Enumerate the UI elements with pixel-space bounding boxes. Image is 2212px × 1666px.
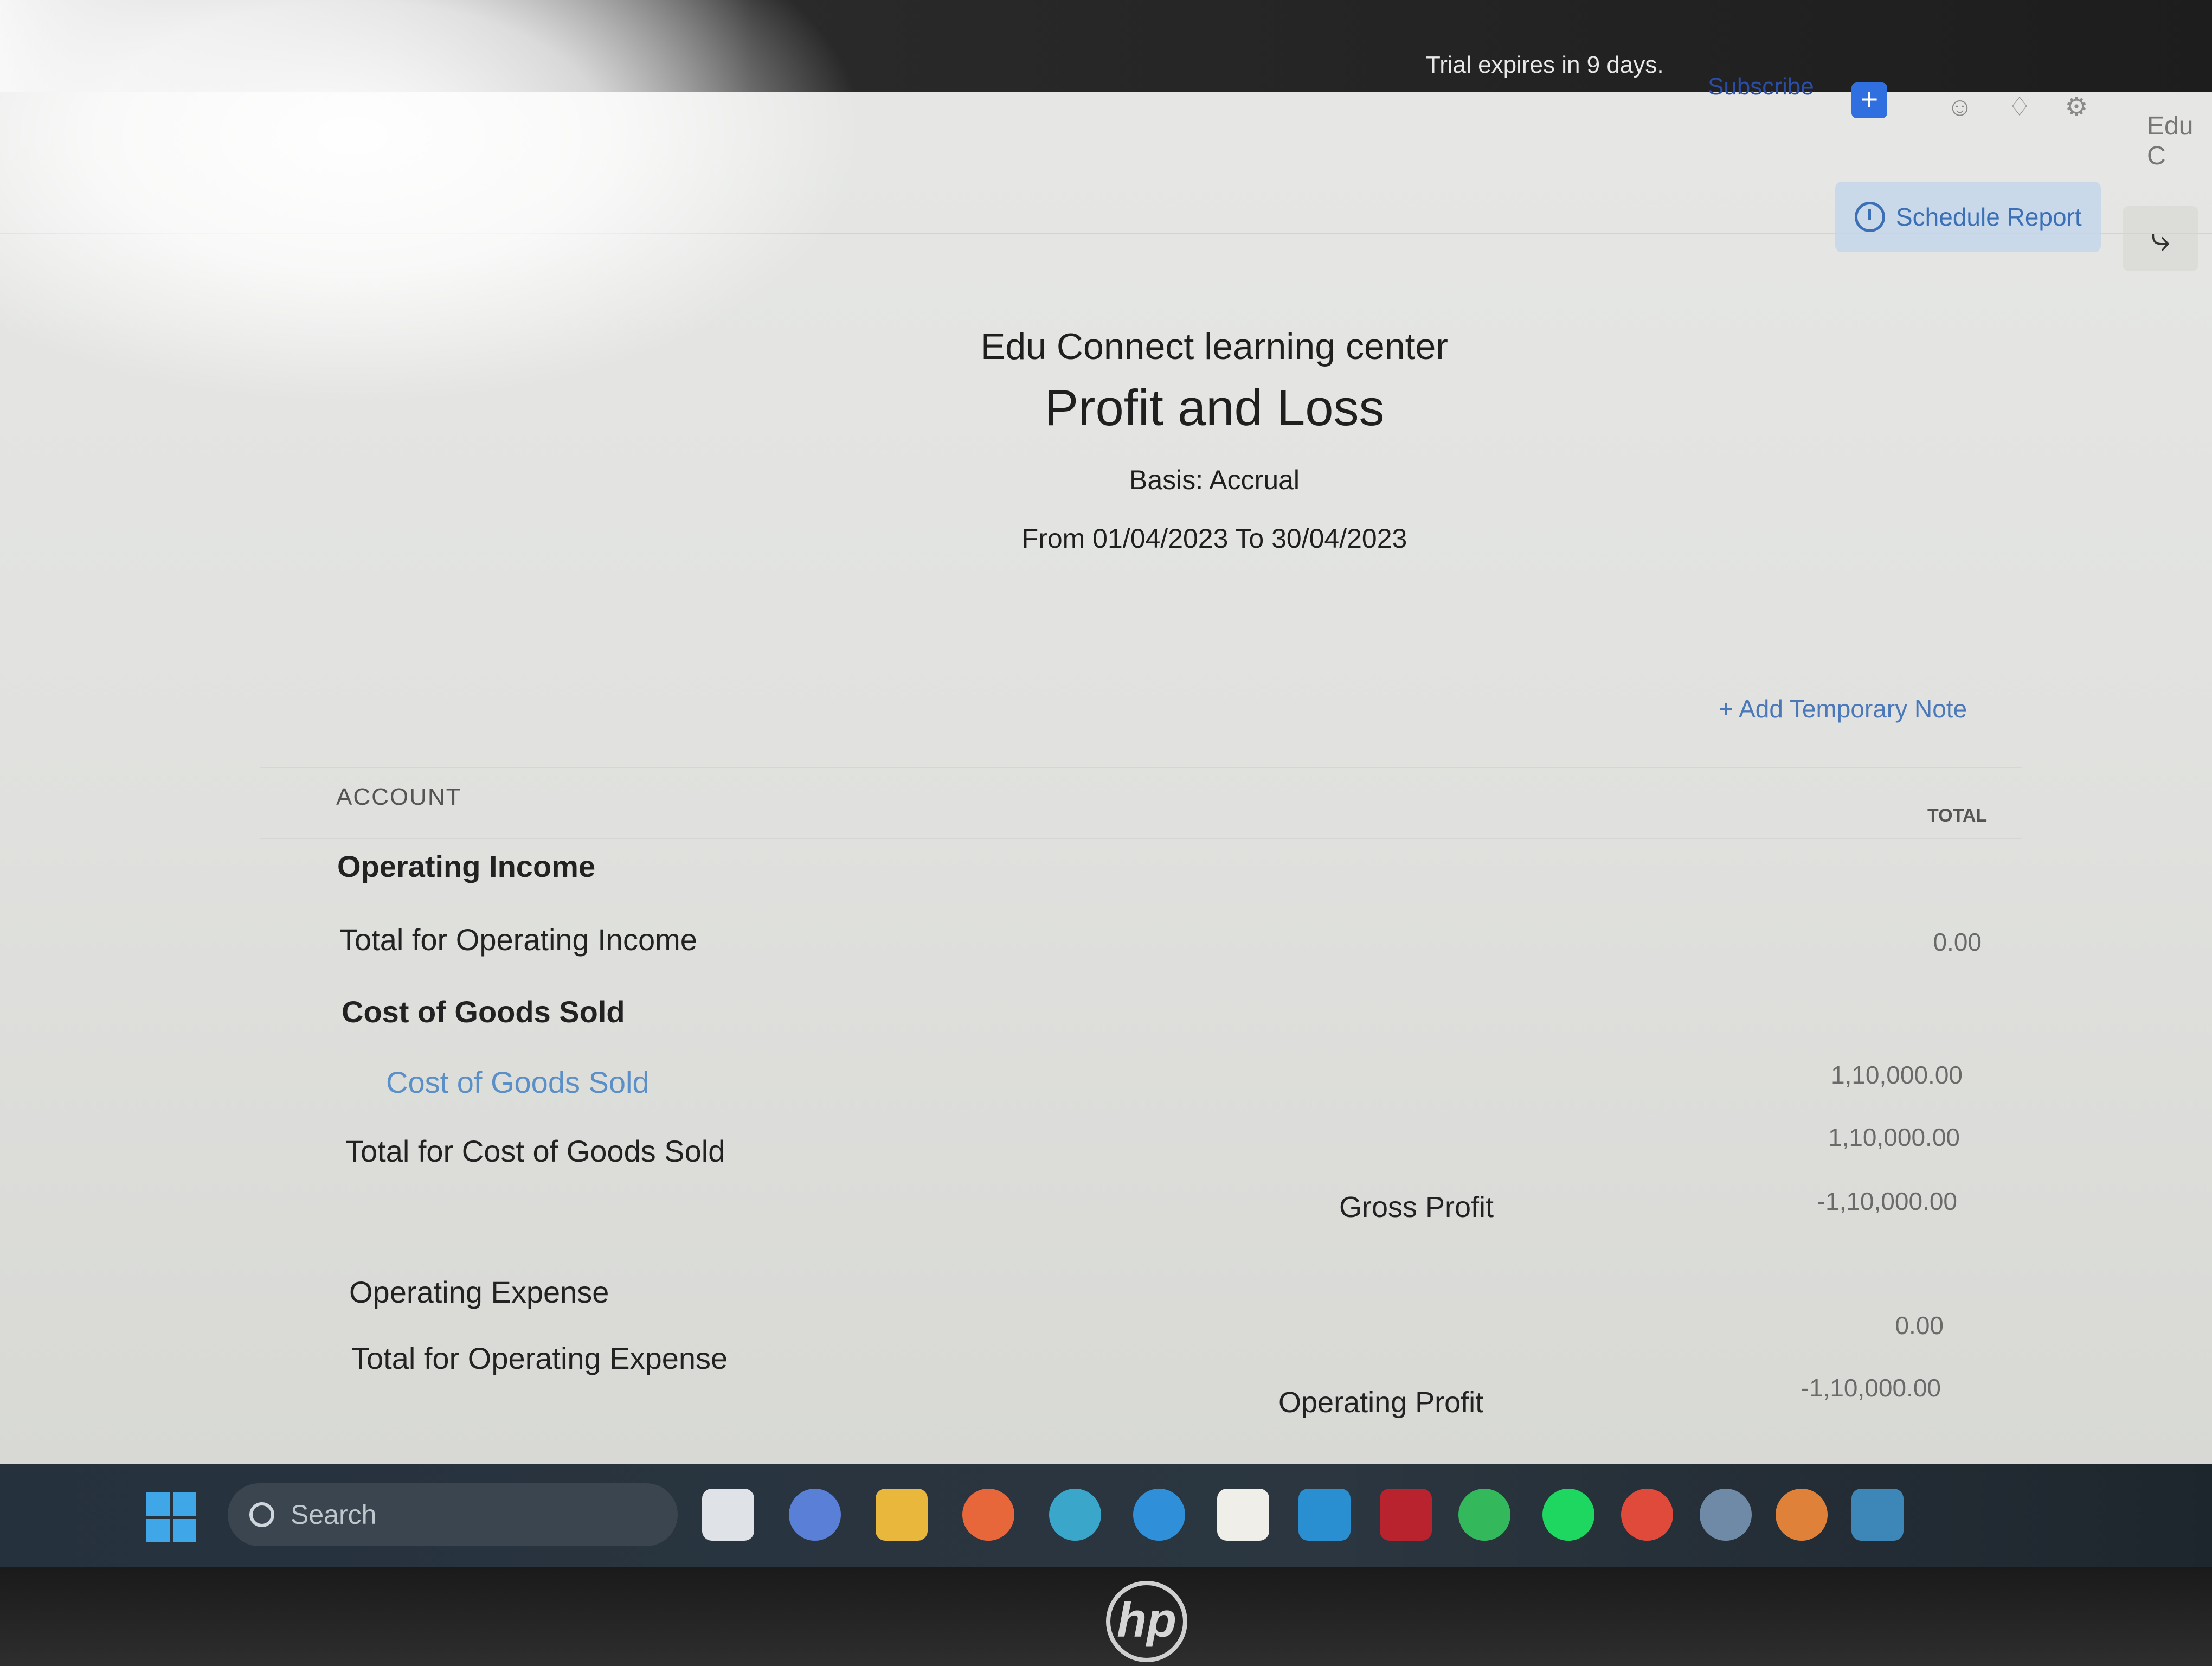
- user-menu[interactable]: Edu C: [2147, 111, 2212, 171]
- total-cost-of-goods-sold-label: Total for Cost of Goods Sold: [345, 1134, 725, 1168]
- hp-logo: hp: [1106, 1581, 1187, 1662]
- section-operating-expense: Operating Expense: [349, 1275, 609, 1309]
- azure-icon[interactable]: [1298, 1489, 1351, 1541]
- taskbar-search-placeholder: Search: [291, 1500, 377, 1530]
- operating-profit-amount: -1,10,000.00: [1801, 1374, 1941, 1402]
- schedule-report-label: Schedule Report: [1896, 203, 2082, 231]
- column-header-total: TOTAL: [1927, 805, 1988, 826]
- total-operating-income-label: Total for Operating Income: [339, 922, 697, 957]
- edge-icon[interactable]: [1133, 1489, 1185, 1541]
- antivirus-icon[interactable]: [1380, 1489, 1432, 1541]
- column-header-account: ACCOUNT: [336, 784, 462, 810]
- task-view-icon[interactable]: [702, 1489, 754, 1541]
- users-icon[interactable]: ☺: [1944, 91, 1976, 124]
- report-basis: Basis: Accrual: [1129, 465, 1300, 495]
- chat-icon[interactable]: [789, 1489, 841, 1541]
- settings-icon[interactable]: [1700, 1489, 1752, 1541]
- quick-create-button[interactable]: +: [1851, 82, 1887, 118]
- report-header: Edu Connect learning center Profit and L…: [813, 325, 1616, 554]
- share-button[interactable]: ⤷: [2123, 206, 2198, 271]
- bell-icon[interactable]: ♢: [2003, 91, 2036, 124]
- company-name: Edu Connect learning center: [981, 326, 1448, 367]
- header-divider: [260, 838, 2022, 839]
- monitor-screen: Trial expires in 9 days. Subscribe + ☺ ♢…: [0, 0, 2212, 1464]
- cost-of-goods-sold-amount[interactable]: 1,10,000.00: [1789, 1060, 1963, 1090]
- search-icon: [249, 1502, 274, 1527]
- subscribe-link[interactable]: Subscribe: [1708, 73, 1814, 100]
- taskbar-search[interactable]: Search: [228, 1483, 678, 1546]
- clock-icon: [1855, 202, 1885, 232]
- add-temporary-note-link[interactable]: + Add Temporary Note: [1719, 694, 1967, 723]
- table-top-divider: [260, 767, 2022, 768]
- toolbar-divider: [0, 233, 2212, 234]
- total-cost-of-goods-sold-amount: 1,10,000.00: [1828, 1123, 1960, 1151]
- windows-start-icon[interactable]: [146, 1492, 196, 1542]
- report-period: From 01/04/2023 To 30/04/2023: [1021, 523, 1407, 554]
- gross-profit-label: Gross Profit: [1339, 1191, 1494, 1223]
- total-operating-expense-label: Total for Operating Expense: [351, 1341, 728, 1375]
- section-cost-of-goods-sold: Cost of Goods Sold: [342, 995, 625, 1029]
- top-bar: Trial expires in 9 days. Subscribe + ☺ ♢…: [0, 0, 2212, 170]
- whatsapp-icon[interactable]: [1458, 1489, 1510, 1541]
- schedule-report-button[interactable]: Schedule Report: [1835, 182, 2101, 252]
- get-help-icon[interactable]: [1049, 1489, 1101, 1541]
- section-operating-income: Operating Income: [337, 849, 596, 883]
- trial-notice: Trial expires in 9 days.: [1426, 52, 1664, 78]
- gear-icon[interactable]: ⚙: [2060, 91, 2093, 124]
- total-operating-expense-amount: 0.00: [1895, 1311, 1944, 1340]
- remote-desktop-icon[interactable]: [1851, 1489, 1904, 1541]
- microsoft-store-icon[interactable]: [1217, 1489, 1269, 1541]
- account-cost-of-goods-sold-link[interactable]: Cost of Goods Sold: [386, 1065, 650, 1100]
- gross-profit-amount: -1,10,000.00: [1817, 1187, 1957, 1215]
- operating-profit-label: Operating Profit: [1278, 1386, 1484, 1419]
- total-operating-income-amount: 0.00: [1933, 928, 1982, 956]
- report-title: Profit and Loss: [1044, 379, 1385, 436]
- share-icon: ⤷: [2151, 219, 2170, 258]
- firefox-icon[interactable]: [962, 1489, 1014, 1541]
- chrome-profile-icon[interactable]: [1776, 1489, 1828, 1541]
- spotify-icon[interactable]: [1542, 1489, 1594, 1541]
- file-explorer-icon[interactable]: [876, 1489, 928, 1541]
- chrome-icon[interactable]: [1621, 1489, 1673, 1541]
